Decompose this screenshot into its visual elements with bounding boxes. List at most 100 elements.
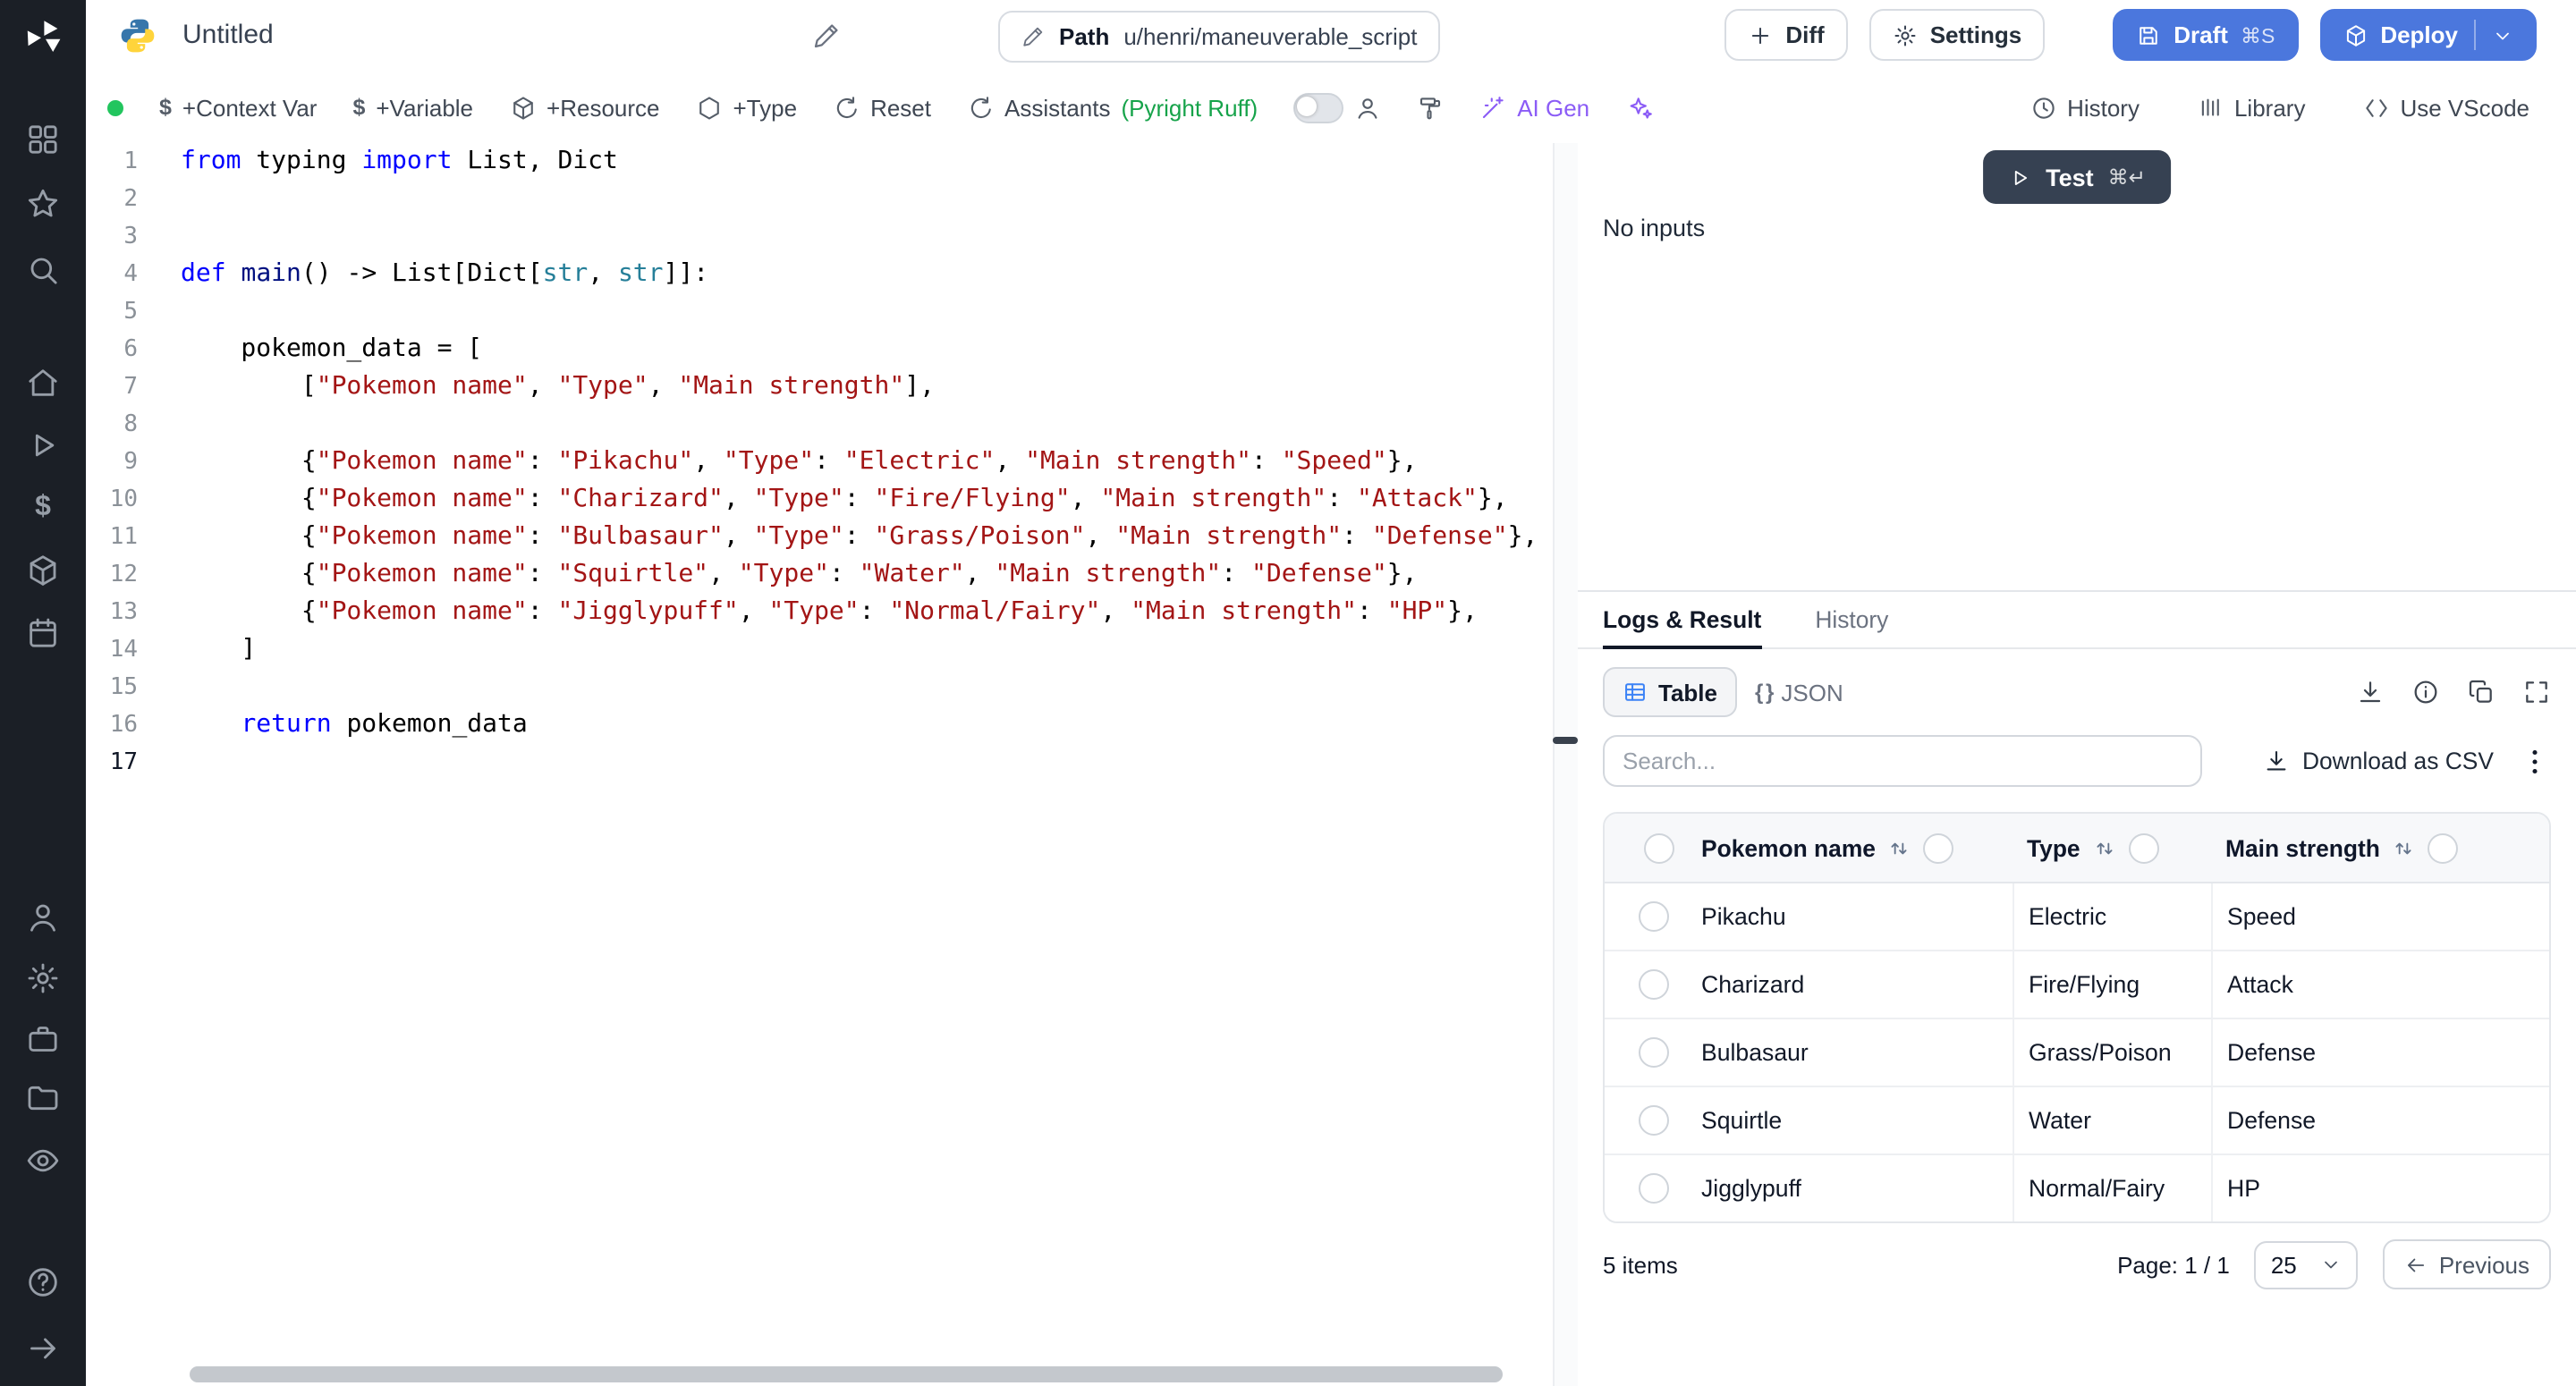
home-icon <box>25 365 61 401</box>
copy-icon[interactable] <box>2467 678 2496 706</box>
test-button[interactable]: Test ⌘↵ <box>1983 150 2171 204</box>
code-line[interactable]: {"Pokemon name": "Bulbasaur", "Type": "G… <box>181 519 1553 556</box>
table-row[interactable]: SquirtleWaterDefense <box>1605 1087 2549 1155</box>
row-checkbox[interactable] <box>1638 901 1668 932</box>
column-checkbox[interactable] <box>1924 832 1954 863</box>
code-line[interactable]: def main() -> List[Dict[str, str]]: <box>181 256 1553 293</box>
row-checkbox[interactable] <box>1638 1173 1668 1204</box>
reset-button[interactable]: Reset <box>833 94 931 121</box>
column-header-type[interactable]: Type <box>2012 832 2211 863</box>
code-line[interactable] <box>181 669 1553 706</box>
add-context-var-button[interactable]: $ +Context Var <box>159 94 317 121</box>
select-all-checkbox[interactable] <box>1644 832 1674 863</box>
table-row[interactable]: JigglypuffNormal/FairyHP <box>1605 1155 2549 1221</box>
assistants-detail: (Pyright Ruff) <box>1122 94 1258 121</box>
splitter-handle[interactable] <box>1553 737 1578 744</box>
code-line[interactable]: {"Pokemon name": "Squirtle", "Type": "Wa… <box>181 556 1553 594</box>
sort-icon[interactable] <box>2093 836 2116 859</box>
code-line[interactable]: ["Pokemon name", "Type", "Main strength"… <box>181 368 1553 406</box>
add-type-button[interactable]: +Type <box>696 94 798 121</box>
code-line[interactable]: return pokemon_data <box>181 706 1553 744</box>
path-field[interactable]: Path u/henri/maneuverable_script <box>998 11 1440 63</box>
code-line[interactable]: {"Pokemon name": "Jigglypuff", "Type": "… <box>181 594 1553 631</box>
reset-label: Reset <box>870 94 931 121</box>
view-table-button[interactable]: Table <box>1603 667 1737 717</box>
horizontal-scrollbar[interactable] <box>190 1366 1503 1382</box>
sidebar-item-search[interactable] <box>23 250 63 290</box>
code-line[interactable]: ] <box>181 631 1553 669</box>
assistant-toggle[interactable] <box>1293 92 1343 123</box>
sidebar-item-resources[interactable] <box>23 551 63 590</box>
sidebar-item-apps[interactable] <box>23 120 63 159</box>
view-json-button[interactable]: { } JSON <box>1737 679 1861 706</box>
download-icon[interactable] <box>2356 678 2385 706</box>
sidebar-item-help[interactable] <box>23 1263 63 1302</box>
deploy-button[interactable]: Deploy <box>2319 9 2537 61</box>
code-line[interactable]: from typing import List, Dict <box>181 143 1553 181</box>
sidebar-item-favorites[interactable] <box>23 184 63 224</box>
code-line[interactable] <box>181 218 1553 256</box>
sidebar-item-home[interactable] <box>23 363 63 402</box>
table-row[interactable]: BulbasaurGrass/PoisonDefense <box>1605 1019 2549 1087</box>
chevron-down-icon[interactable] <box>2492 24 2513 46</box>
sidebar-item-audit-logs[interactable] <box>23 1141 63 1180</box>
row-checkbox[interactable] <box>1638 1037 1668 1068</box>
kebab-menu-icon[interactable] <box>2519 745 2551 777</box>
code-line[interactable] <box>181 181 1553 218</box>
info-icon[interactable] <box>2411 678 2440 706</box>
row-checkbox-cell <box>1605 1087 1701 1154</box>
code-line[interactable]: pokemon_data = [ <box>181 331 1553 368</box>
column-header-pokemon-name[interactable]: Pokemon name <box>1701 832 2012 863</box>
row-checkbox[interactable] <box>1638 1105 1668 1136</box>
line-number: 3 <box>86 218 179 256</box>
sort-icon[interactable] <box>2393 836 2416 859</box>
sidebar-item-schedules[interactable] <box>23 613 63 653</box>
use-vscode-button[interactable]: Use VScode <box>2362 94 2529 121</box>
add-resource-button[interactable]: +Resource <box>509 94 659 121</box>
column-header-main-strength[interactable]: Main strength <box>2211 832 2549 863</box>
table-row[interactable]: CharizardFire/FlyingAttack <box>1605 951 2549 1019</box>
code-lines[interactable]: from typing import List, Dict def main() … <box>181 143 1553 782</box>
page-size-select[interactable]: 25 <box>2255 1240 2359 1289</box>
edit-title-pencil-icon[interactable] <box>812 21 841 50</box>
code-line[interactable] <box>181 406 1553 444</box>
code-editor[interactable]: 1234567891011121314151617 from typing im… <box>86 143 1553 1386</box>
code-line[interactable]: {"Pokemon name": "Pikachu", "Type": "Ele… <box>181 444 1553 481</box>
expand-icon[interactable] <box>2522 678 2551 706</box>
add-variable-button[interactable]: $ +Variable <box>352 94 473 121</box>
search-input[interactable] <box>1603 735 2202 787</box>
settings-button[interactable]: Settings <box>1869 9 2046 61</box>
table-cell: Fire/Flying <box>2012 951 2211 1018</box>
sidebar-item-folders[interactable] <box>23 1078 63 1118</box>
download-csv-button[interactable]: Download as CSV <box>2263 748 2494 774</box>
tab-logs-result[interactable]: Logs & Result <box>1603 592 1761 649</box>
draft-button[interactable]: Draft ⌘S <box>2113 9 2298 61</box>
ai-sparkles-button[interactable] <box>1625 94 1652 121</box>
sidebar-item-variables[interactable]: $ <box>23 488 63 528</box>
tab-history[interactable]: History <box>1815 592 1888 649</box>
previous-page-button[interactable]: Previous <box>2384 1239 2551 1289</box>
sidebar-item-users[interactable] <box>23 898 63 937</box>
row-checkbox[interactable] <box>1638 969 1668 1000</box>
sidebar-expand-button[interactable] <box>23 1329 63 1368</box>
assistants-button[interactable]: Assistants (Pyright Ruff) <box>967 94 1258 121</box>
sidebar-item-settings[interactable] <box>23 959 63 998</box>
column-checkbox[interactable] <box>2428 832 2459 863</box>
ai-gen-button[interactable]: AI Gen <box>1479 94 1589 121</box>
play-icon <box>25 427 61 463</box>
table-row[interactable]: PikachuElectricSpeed <box>1605 883 2549 951</box>
code-line[interactable] <box>181 293 1553 331</box>
code-line[interactable] <box>181 744 1553 782</box>
diff-button[interactable]: Diff <box>1724 9 1847 61</box>
script-title: Untitled <box>182 20 274 50</box>
library-button[interactable]: Library <box>2197 94 2306 121</box>
table-body: PikachuElectricSpeedCharizardFire/Flying… <box>1605 883 2549 1221</box>
sort-icon[interactable] <box>1888 836 1911 859</box>
sidebar-item-workers[interactable] <box>23 1019 63 1059</box>
column-checkbox[interactable] <box>2129 832 2159 863</box>
history-button[interactable]: History <box>2029 94 2140 121</box>
table-cell: Jigglypuff <box>1701 1155 2012 1221</box>
format-button[interactable] <box>1417 94 1444 121</box>
code-line[interactable]: {"Pokemon name": "Charizard", "Type": "F… <box>181 481 1553 519</box>
sidebar-item-runs[interactable] <box>23 426 63 465</box>
